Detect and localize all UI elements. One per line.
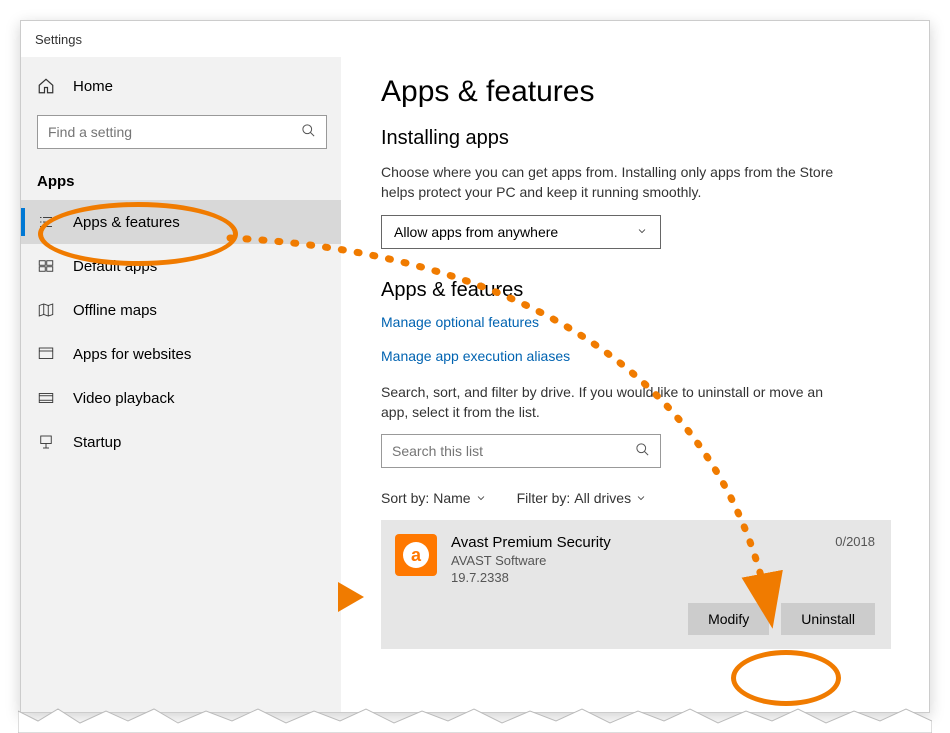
search-icon (301, 123, 316, 141)
link-manage-app-execution-aliases[interactable]: Manage app execution aliases (381, 348, 889, 364)
sidebar-search[interactable] (37, 115, 327, 149)
defaults-icon (37, 257, 55, 275)
sort-label: Sort by: (381, 490, 429, 506)
sidebar-item-startup[interactable]: Startup (21, 420, 341, 464)
main-content: Apps & features Installing apps Choose w… (341, 57, 929, 712)
app-publisher: AVAST Software (451, 553, 821, 568)
sidebar-item-video-playback[interactable]: Video playback (21, 376, 341, 420)
home-icon (37, 77, 55, 95)
video-icon (37, 389, 55, 407)
app-install-date: 0/2018 (835, 534, 875, 549)
startup-icon (37, 433, 55, 451)
window-body: Home Apps Apps & features Default ap (21, 57, 929, 712)
map-icon (37, 301, 55, 319)
page-title: Apps & features (381, 75, 889, 109)
sidebar-item-apps-for-websites[interactable]: Apps for websites (21, 332, 341, 376)
sidebar-item-label: Startup (73, 434, 121, 451)
filter-by[interactable]: Filter by: All drives (517, 490, 647, 506)
app-list-item[interactable]: a Avast Premium Security AVAST Software … (381, 520, 891, 649)
sidebar-item-default-apps[interactable]: Default apps (21, 244, 341, 288)
sidebar-search-input[interactable] (48, 124, 301, 140)
window-title-text: Settings (35, 32, 82, 47)
sidebar-item-label: Video playback (73, 390, 174, 407)
sidebar-section-apps: Apps (21, 167, 341, 200)
chevron-down-icon (636, 224, 648, 240)
dropdown-value: Allow apps from anywhere (394, 224, 558, 240)
uninstall-button[interactable]: Uninstall (781, 603, 875, 635)
sidebar-item-label: Apps for websites (73, 346, 191, 363)
app-name: Avast Premium Security (451, 534, 821, 551)
chevron-down-icon (475, 492, 487, 504)
sidebar: Home Apps Apps & features Default ap (21, 57, 341, 712)
sidebar-item-label: Default apps (73, 258, 157, 275)
sidebar-item-label: Offline maps (73, 302, 157, 319)
sidebar-item-offline-maps[interactable]: Offline maps (21, 288, 341, 332)
settings-window: Settings Home Apps Apps & featur (20, 20, 930, 713)
filter-value: All drives (574, 490, 631, 506)
sidebar-item-apps-features[interactable]: Apps & features (21, 200, 341, 244)
link-manage-optional-features[interactable]: Manage optional features (381, 314, 889, 330)
nav-home[interactable]: Home (21, 67, 341, 105)
search-icon (635, 442, 650, 460)
sort-filter-row: Sort by: Name Filter by: All drives (381, 490, 889, 506)
list-icon (37, 213, 55, 231)
sort-by[interactable]: Sort by: Name (381, 490, 487, 506)
sort-value: Name (433, 490, 470, 506)
apps-list-search-input[interactable] (392, 443, 635, 459)
sidebar-item-label: Apps & features (73, 214, 180, 231)
apps-features-header: Apps & features (381, 279, 889, 302)
avast-icon: a (395, 534, 437, 576)
list-desc: Search, sort, and filter by drive. If yo… (381, 382, 851, 423)
filter-label: Filter by: (517, 490, 571, 506)
installing-apps-header: Installing apps (381, 127, 889, 150)
app-version: 19.7.2338 (451, 570, 821, 585)
window-title: Settings (21, 21, 929, 57)
chevron-down-icon (635, 492, 647, 504)
modify-button[interactable]: Modify (688, 603, 769, 635)
nav-home-label: Home (73, 78, 113, 95)
installing-apps-desc: Choose where you can get apps from. Inst… (381, 162, 851, 203)
installing-apps-dropdown[interactable]: Allow apps from anywhere (381, 215, 661, 249)
apps-list-search[interactable] (381, 434, 661, 468)
website-icon (37, 345, 55, 363)
